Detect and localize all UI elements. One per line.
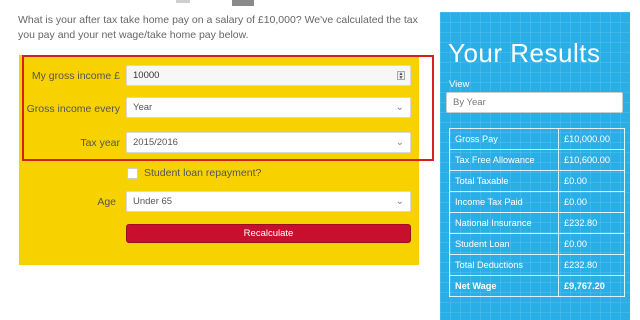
age-label: Age xyxy=(97,196,116,208)
row-value: £10,000.00 xyxy=(558,128,625,150)
table-row: Gross Pay £10,000.00 xyxy=(449,128,625,150)
highlight-box xyxy=(22,55,434,161)
results-table: Gross Pay £10,000.00 Tax Free Allowance £1… xyxy=(449,128,625,297)
table-row: Total Deductions £232.80 xyxy=(449,254,625,276)
table-row: National Insurance £232.80 xyxy=(449,212,625,234)
row-value: £9,767.20 xyxy=(558,275,625,297)
ad-fragment xyxy=(176,0,190,3)
row-value: £0.00 xyxy=(558,233,625,255)
results-title: Your Results xyxy=(448,38,601,68)
row-value: £232.80 xyxy=(558,254,625,276)
row-label: Net Wage xyxy=(449,275,559,297)
view-select[interactable]: By Year xyxy=(446,92,623,113)
ad-thumbnail[interactable] xyxy=(232,0,254,6)
chevron-down-icon: ⌄ xyxy=(395,196,404,207)
age-select[interactable]: Under 65 ⌄ xyxy=(126,191,411,212)
age-value: Under 65 xyxy=(133,196,173,207)
row-label: Tax Free Allowance xyxy=(449,149,559,171)
student-loan-label: Student loan repayment? xyxy=(144,167,262,179)
row-label: National Insurance xyxy=(449,212,559,234)
top-ad-strip xyxy=(0,0,640,8)
row-value: £0.00 xyxy=(558,191,625,213)
intro-text: What is your after tax take home pay on … xyxy=(18,14,418,41)
row-value: £0.00 xyxy=(558,170,625,192)
table-row: Total Taxable £0.00 xyxy=(449,170,625,192)
row-label: Income Tax Paid xyxy=(449,191,559,213)
table-row: Tax Free Allowance £10,600.00 xyxy=(449,149,625,171)
row-label: Gross Pay xyxy=(449,128,559,150)
student-loan-checkbox[interactable] xyxy=(127,168,138,179)
table-row: Net Wage £9,767.20 xyxy=(449,275,625,297)
row-label: Total Deductions xyxy=(449,254,559,276)
row-value: £10,600.00 xyxy=(558,149,625,171)
view-label: View xyxy=(449,79,470,90)
recalculate-button[interactable]: Recalculate xyxy=(126,224,411,243)
results-panel: Your Results View By Year Gross Pay £10,0… xyxy=(440,12,630,320)
table-row: Income Tax Paid £0.00 xyxy=(449,191,625,213)
row-value: £232.80 xyxy=(558,212,625,234)
table-row: Student Loan £0.00 xyxy=(449,233,625,255)
row-label: Student Loan xyxy=(449,233,559,255)
row-label: Total Taxable xyxy=(449,170,559,192)
